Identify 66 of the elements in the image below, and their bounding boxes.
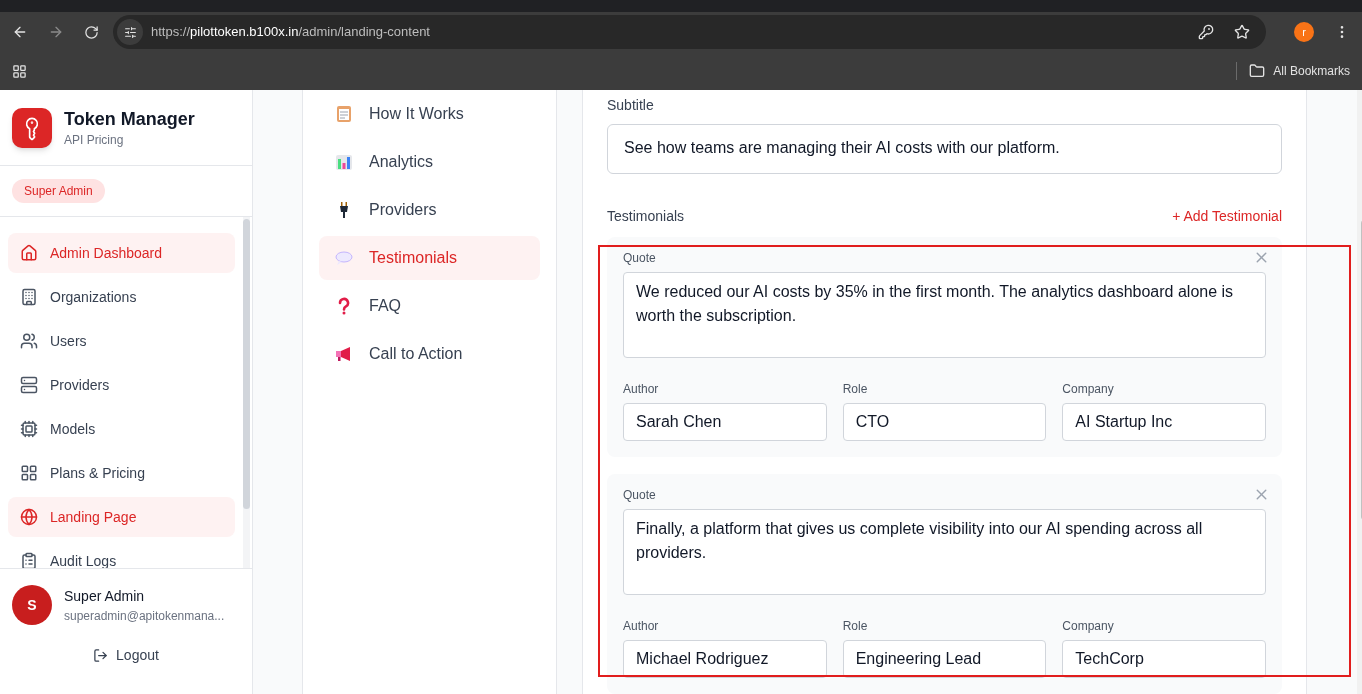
address-bar[interactable]: https://pilottoken.b100x.in/admin/landing-content — [113, 15, 1266, 49]
nav-item[interactable]: Admin Dashboard — [8, 233, 235, 273]
field-label: Company — [1062, 381, 1114, 398]
key-icon[interactable] — [1198, 24, 1214, 40]
url-text: https://pilottoken.b100x.in/admin/landing-content — [151, 23, 430, 42]
section-tab[interactable]: How It Works — [319, 92, 540, 136]
text-field[interactable]: AI Startup Inc — [1062, 403, 1266, 441]
role-badge: Super Admin — [12, 179, 105, 203]
brand-subtitle: API Pricing — [64, 131, 125, 149]
speech-bubble-icon — [335, 249, 353, 267]
user-name: Super Admin — [64, 586, 146, 606]
key-logo-icon — [12, 107, 52, 148]
chip-icon — [20, 420, 38, 438]
site-settings-icon[interactable] — [117, 19, 143, 45]
text-field[interactable]: Sarah Chen — [623, 403, 827, 441]
home-icon — [20, 244, 38, 262]
forward-icon[interactable] — [48, 24, 64, 40]
folder-icon[interactable] — [1249, 63, 1266, 79]
megaphone-icon — [335, 345, 353, 363]
nav-item[interactable]: Landing Page — [8, 497, 235, 537]
field-label: Author — [623, 381, 659, 398]
server-icon — [20, 376, 38, 394]
field-label: Author — [623, 618, 659, 635]
star-icon[interactable] — [1234, 24, 1250, 40]
text-field[interactable]: Michael Rodriguez — [623, 640, 827, 678]
bookmarks-link[interactable]: All Bookmarks — [1273, 62, 1350, 80]
user-avatar: S — [12, 585, 52, 625]
nav-item[interactable]: Audit Logs — [8, 541, 235, 568]
field-label: Role — [842, 618, 868, 635]
brand-title: Token Manager — [64, 107, 195, 131]
add-testimonial-link[interactable]: + Add Testimonial — [1172, 206, 1282, 227]
section-tab[interactable]: Analytics — [319, 140, 540, 184]
bar-chart-icon — [335, 153, 353, 171]
section-tab[interactable]: Providers — [319, 188, 540, 232]
nav-item[interactable]: Plans & Pricing — [8, 453, 235, 493]
user-email: superadmin@apitokenmana... — [64, 607, 225, 625]
nav-item[interactable]: Organizations — [8, 277, 235, 317]
grid-icon — [20, 464, 38, 482]
section-tab[interactable]: Call to Action — [319, 332, 540, 376]
subtitle-field[interactable]: See how teams are managing their AI costs with our platform. — [607, 124, 1282, 174]
nav-item[interactable]: Users — [8, 321, 235, 361]
field-label: Quote — [623, 487, 656, 504]
globe-icon — [20, 508, 38, 526]
quote-field[interactable]: Finally, a platform that gives us complete visibility into our AI spending across all providers. — [623, 509, 1266, 595]
section-label: Testimonials — [607, 207, 685, 226]
logout-button[interactable]: Logout — [93, 645, 159, 666]
field-label: Company — [1062, 618, 1114, 635]
clipboard-icon — [20, 552, 38, 568]
section-tab[interactable]: FAQ — [319, 284, 540, 328]
nav-item[interactable]: Providers — [8, 365, 235, 405]
notepad-icon — [335, 105, 353, 123]
logout-icon — [93, 648, 109, 663]
back-icon[interactable] — [12, 24, 28, 40]
quote-field[interactable]: We reduced our AI costs by 35% in the first month. The analytics dashboard alone is worth the subscription. — [623, 272, 1266, 358]
section-tab[interactable]: Testimonials — [319, 236, 540, 280]
reload-icon[interactable] — [84, 24, 99, 40]
nav-item[interactable]: Models — [8, 409, 235, 449]
text-field[interactable]: TechCorp — [1062, 640, 1266, 678]
users-icon — [20, 332, 38, 350]
field-label: Role — [842, 381, 868, 398]
field-label: Subtitle — [607, 96, 655, 115]
apps-icon[interactable] — [12, 63, 27, 79]
building-icon — [20, 288, 38, 306]
text-field[interactable]: CTO — [842, 403, 1047, 441]
text-field[interactable]: Engineering Lead — [842, 640, 1047, 678]
field-label: Quote — [623, 250, 656, 267]
